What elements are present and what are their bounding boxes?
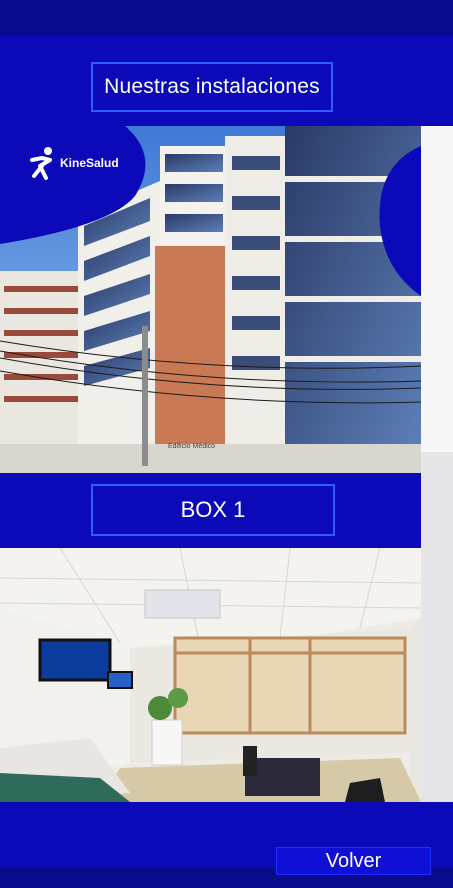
box-title: BOX 1 <box>91 484 335 536</box>
page-title: Nuestras instalaciones <box>91 62 333 112</box>
logo-text: KineSalud <box>60 156 119 170</box>
scrollbar-thumb[interactable] <box>421 126 453 452</box>
back-button[interactable]: Volver <box>276 847 431 875</box>
room-photo <box>0 548 421 802</box>
runner-icon <box>30 147 52 180</box>
kinesalud-logo: KineSalud <box>28 146 119 180</box>
top-status-bar <box>0 0 453 36</box>
building-sign-text: Edificio Médico <box>168 443 215 450</box>
